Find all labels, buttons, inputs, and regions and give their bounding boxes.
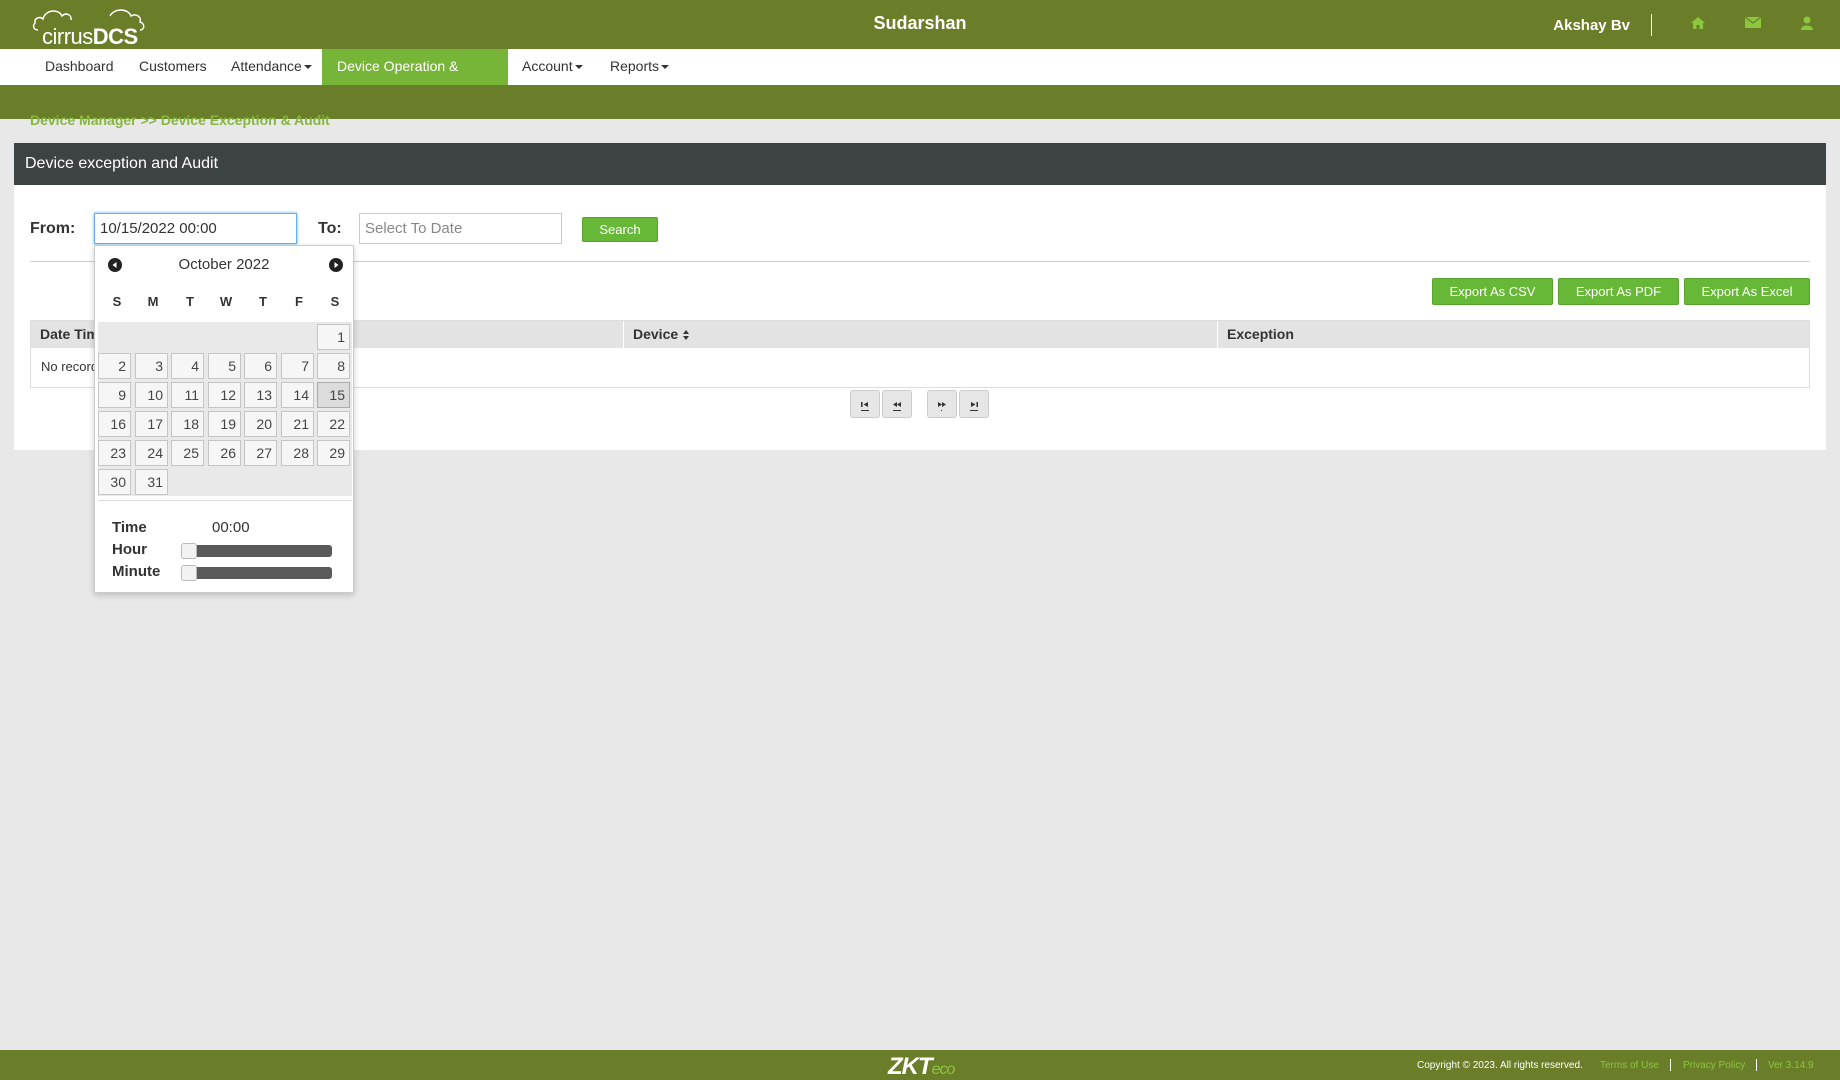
menu-account[interactable]: Account — [507, 49, 598, 85]
hour-slider-handle[interactable] — [181, 543, 197, 559]
calendar-day[interactable]: 3 — [135, 353, 168, 379]
last-page-button[interactable] — [959, 390, 989, 418]
top-bar: cirrusDCS Sudarshan Akshay Bv — [0, 0, 1840, 49]
calendar-day[interactable]: 8 — [317, 353, 350, 379]
calendar-day[interactable]: 17 — [135, 411, 168, 437]
first-page-icon — [861, 402, 869, 411]
calendar-day[interactable]: 1 — [317, 324, 350, 350]
calendar-day[interactable]: 25 — [171, 440, 204, 466]
sort-icon — [683, 330, 690, 341]
calendar-day[interactable]: 18 — [171, 411, 204, 437]
export-csv-button[interactable]: Export As CSV — [1432, 278, 1553, 305]
minute-slider-handle[interactable] — [181, 565, 197, 581]
calendar-day[interactable]: 26 — [208, 440, 241, 466]
version-text: Ver 3.14.9 — [1768, 1060, 1814, 1071]
calendar-day[interactable]: 12 — [208, 382, 241, 408]
weekday-header: M — [147, 294, 159, 309]
calendar-day[interactable]: 14 — [281, 382, 314, 408]
divider — [1670, 1059, 1671, 1071]
calendar-day[interactable]: 7 — [281, 353, 314, 379]
minute-slider[interactable] — [181, 565, 332, 581]
next-page-button[interactable] — [927, 390, 957, 418]
menu-device-operation-audit[interactable]: Device Operation & Audit — [322, 49, 508, 108]
menu-customers[interactable]: Customers — [124, 49, 222, 85]
menu-attendance[interactable]: Attendance — [216, 49, 327, 85]
search-button[interactable]: Search — [582, 217, 658, 242]
column-exception[interactable]: Exception — [1218, 321, 1809, 348]
export-pdf-button[interactable]: Export As PDF — [1558, 278, 1679, 305]
divider — [98, 500, 352, 501]
calendar-day[interactable]: 5 — [208, 353, 241, 379]
export-excel-button[interactable]: Export As Excel — [1684, 278, 1810, 305]
calendar-day[interactable]: 16 — [98, 411, 131, 437]
menu-reports[interactable]: Reports — [595, 49, 684, 85]
divider — [1756, 1059, 1757, 1071]
calendar-day[interactable]: 15 — [317, 382, 350, 408]
calendar-day[interactable]: 24 — [135, 440, 168, 466]
calendar-day[interactable]: 20 — [244, 411, 277, 437]
envelope-icon[interactable] — [1744, 16, 1763, 32]
hour-label: Hour — [112, 541, 147, 558]
time-label: Time — [112, 519, 147, 536]
weekday-header: W — [219, 294, 233, 309]
next-month-icon[interactable] — [329, 258, 343, 272]
calendar-day[interactable]: 23 — [98, 440, 131, 466]
calendar-day[interactable]: 11 — [171, 382, 204, 408]
caret-down-icon — [661, 65, 670, 70]
prev-page-icon — [893, 402, 901, 411]
to-date-input[interactable] — [359, 213, 562, 244]
calendar-day[interactable]: 4 — [171, 353, 204, 379]
from-date-input[interactable] — [94, 213, 297, 244]
calendar-day[interactable]: 29 — [317, 440, 350, 466]
calendar-day[interactable]: 19 — [208, 411, 241, 437]
calendar-day[interactable]: 31 — [135, 469, 168, 495]
calendar-day[interactable]: 30 — [98, 469, 131, 495]
first-page-button[interactable] — [850, 390, 880, 418]
calendar-day[interactable]: 21 — [281, 411, 314, 437]
main-menu: Dashboard Customers Attendance Device Op… — [0, 49, 1840, 108]
calendar-day[interactable]: 13 — [244, 382, 277, 408]
home-icon[interactable] — [1690, 16, 1708, 32]
weekday-header: S — [330, 294, 340, 309]
calendar-day[interactable]: 22 — [317, 411, 350, 437]
user-name[interactable]: Akshay Bv — [1553, 17, 1630, 34]
minute-label: Minute — [112, 563, 161, 580]
weekday-header: F — [295, 294, 303, 309]
next-page-icon — [938, 402, 946, 411]
calendar-day[interactable]: 10 — [135, 382, 168, 408]
footer: ZKTeco Copyright © 2023. All rights rese… — [0, 1050, 1840, 1080]
calendar-day[interactable]: 6 — [244, 353, 277, 379]
to-label: To: — [318, 220, 342, 237]
copyright-text: Copyright © 2023. All rights reserved. — [1417, 1060, 1583, 1071]
weekday-header: T — [259, 294, 267, 309]
calendar-day[interactable]: 28 — [281, 440, 314, 466]
datepicker-month-title: October 2022 — [178, 256, 270, 273]
calendar-day[interactable]: 2 — [98, 353, 131, 379]
caret-down-icon — [574, 65, 583, 70]
caret-down-icon — [303, 65, 312, 70]
breadcrumb: Device Manager >> Device Exception & Aud… — [30, 112, 330, 128]
from-label: From: — [30, 220, 76, 237]
weekday-header: T — [186, 294, 194, 309]
user-icon[interactable] — [1800, 16, 1818, 32]
privacy-policy-link[interactable]: Privacy Policy — [1683, 1060, 1745, 1071]
time-value: 00:00 — [212, 519, 250, 536]
datepicker-header: October 2022 — [95, 246, 353, 282]
panel-title: Device exception and Audit — [25, 155, 219, 172]
prev-page-button[interactable] — [882, 390, 912, 418]
panel-header: Device exception and Audit — [14, 143, 1826, 185]
terms-of-use-link[interactable]: Terms of Use — [1600, 1060, 1659, 1071]
datepicker-popup: October 2022 SMTWTFS 1 2 3 4 5 6 7 8 9 10 11 12 13 14… — [94, 245, 354, 593]
zkteco-logo: ZKTeco — [888, 1053, 955, 1080]
menu-dashboard[interactable]: Dashboard — [30, 49, 129, 85]
calendar-day[interactable]: 27 — [244, 440, 277, 466]
last-page-icon — [970, 402, 978, 411]
weekday-header: S — [112, 294, 122, 309]
column-device[interactable]: Device — [624, 321, 1218, 348]
divider — [1651, 14, 1652, 36]
hour-slider[interactable] — [181, 543, 332, 559]
calendar-day[interactable]: 9 — [98, 382, 131, 408]
